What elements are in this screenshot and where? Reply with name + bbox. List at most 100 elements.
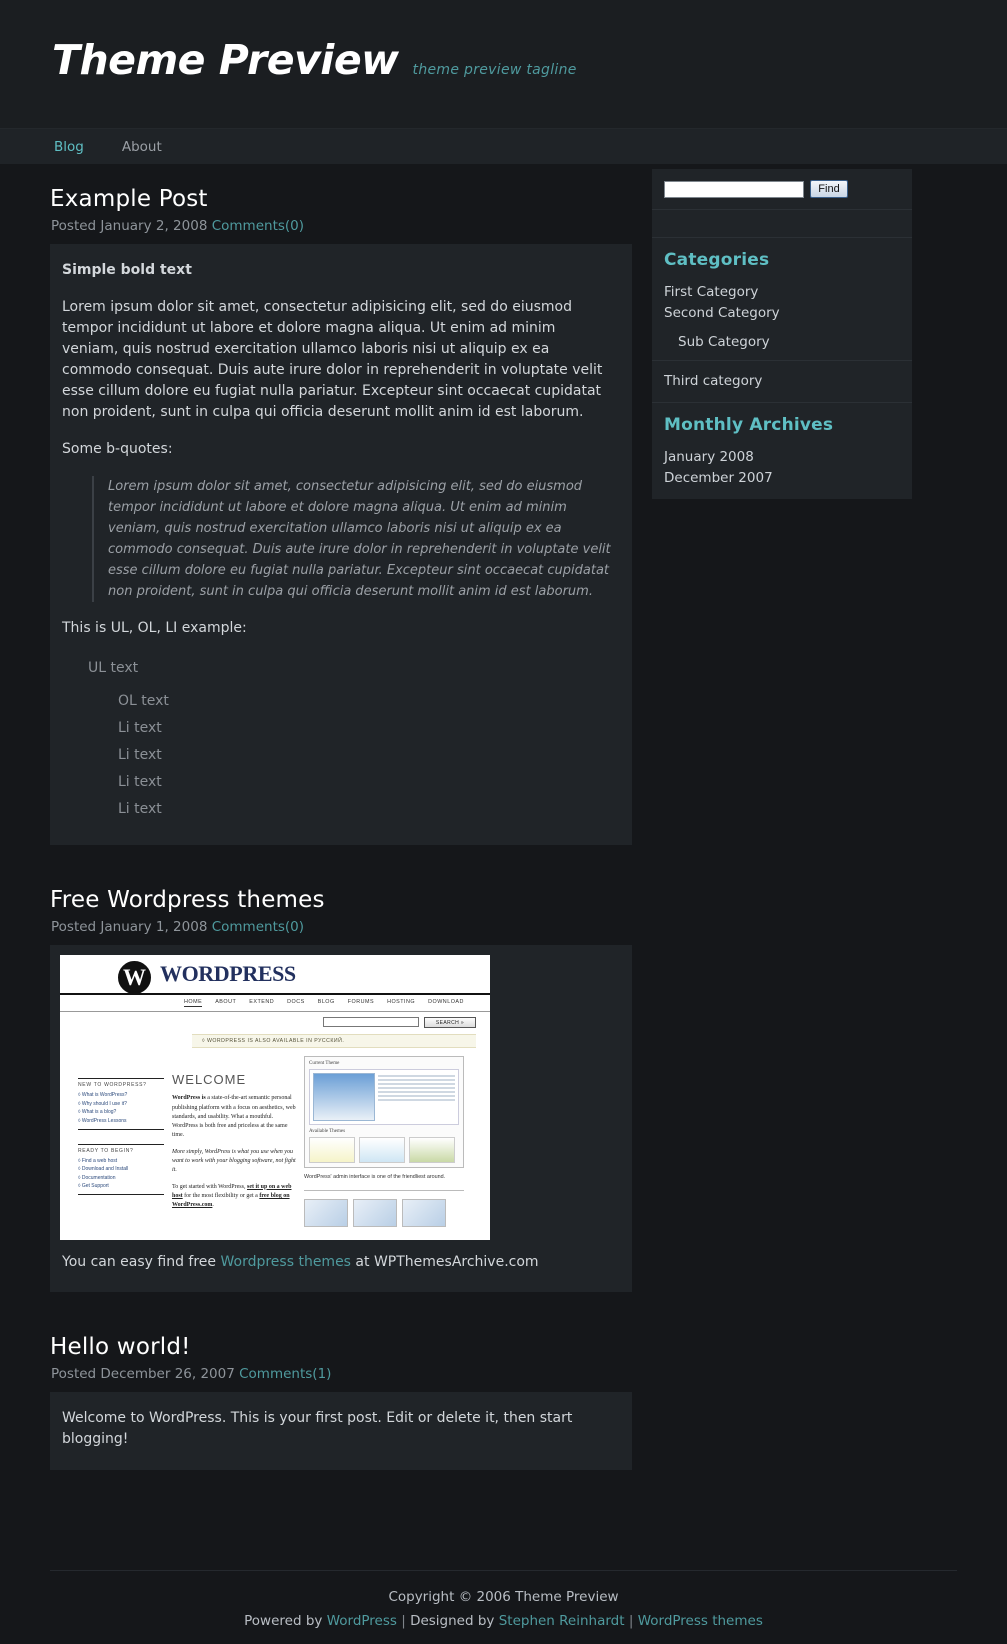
- list-intro: This is UL, OL, LI example:: [62, 620, 247, 637]
- post-body: Simple bold text Lorem ipsum dolor sit a…: [50, 244, 632, 846]
- category-link[interactable]: Third category: [664, 373, 762, 389]
- category-link[interactable]: Sub Category: [678, 334, 770, 350]
- wp-nav-hosting: HOSTING: [387, 999, 416, 1006]
- post-free-wordpress-themes: Free Wordpress themes Posted January 1, …: [50, 887, 640, 1293]
- designer-link[interactable]: Stephen Reinhardt: [499, 1613, 625, 1629]
- wp-nav-home: HOME: [184, 999, 203, 1008]
- ol-item: Li text: [118, 801, 162, 818]
- wp-link: ◊ Find a web host: [78, 1157, 118, 1164]
- wp-link: ◊ Download and Install: [78, 1166, 129, 1173]
- category-link[interactable]: Second Category: [664, 305, 780, 321]
- archive-link[interactable]: January 2008: [664, 449, 754, 465]
- archive-link[interactable]: December 2007: [664, 470, 773, 486]
- caption-text-after: at WPThemesArchive.com: [350, 1254, 539, 1271]
- footer-separator: |: [396, 1613, 411, 1630]
- find-button[interactable]: Find: [810, 180, 848, 198]
- post-comments-link[interactable]: Comments(0): [212, 218, 304, 234]
- archives-heading: Monthly Archives: [664, 415, 834, 435]
- designed-by-label: Designed by: [410, 1613, 499, 1630]
- post-title[interactable]: Example Post: [50, 186, 640, 212]
- categories-list: First Category Second Category Sub Categ…: [664, 280, 912, 351]
- footer-credits: Powered by WordPress | Designed by Steph…: [0, 1613, 1007, 1629]
- wordpress-themes-link[interactable]: Wordpress themes: [220, 1254, 351, 1270]
- post-image-holder: W WORDPRESS HOME ABOUT EXTEND DOCS BLOG …: [50, 945, 632, 1241]
- wordpress-link[interactable]: WordPress: [327, 1613, 397, 1629]
- wp-logo-row: W WORDPRESS: [60, 955, 490, 996]
- main-content: Example Post Posted January 2, 2008 Comm…: [0, 164, 640, 1512]
- wp-paragraph-3: To get started with WordPress, set it up…: [172, 1183, 296, 1211]
- category-item[interactable]: First Category: [664, 280, 912, 301]
- sidebar: Find Categories First Category Second Ca…: [652, 169, 912, 499]
- wp-left-column: NEW TO WORDPRESS? ◊ What is WordPress? ◊…: [78, 1056, 164, 1227]
- wp-link: ◊ What is WordPress?: [78, 1092, 128, 1099]
- wp-nav-extend: EXTEND: [249, 999, 275, 1006]
- wp-link: ◊ WordPress Lessons: [78, 1117, 127, 1124]
- wp-nav-forums: FORUMS: [347, 999, 375, 1006]
- wp-ready-links: ◊ Find a web host ◊ Download and Install…: [78, 1157, 164, 1191]
- footer-divider: [50, 1570, 957, 1572]
- footer-separator: |: [624, 1613, 638, 1630]
- page-root: Theme Preview theme preview tagline Blog…: [0, 0, 1007, 1644]
- post-hello-world: Hello world! Posted December 26, 2007 Co…: [50, 1334, 640, 1471]
- wp-available-themes-label: Available Themes: [309, 1129, 346, 1135]
- categories-heading: Categories: [664, 250, 770, 270]
- nav-item-blog[interactable]: Blog: [54, 139, 84, 155]
- wp-para-text: More simply, WordPress is what you use w…: [172, 1148, 296, 1174]
- category-item[interactable]: Third category: [664, 369, 912, 390]
- wp-paragraph-1: WordPress is a state-of-the-art semantic…: [172, 1094, 296, 1140]
- wp-ready-heading: READY TO BEGIN?: [78, 1143, 164, 1154]
- ol-item: OL text: [118, 693, 169, 710]
- wp-search-button: SEARCH »: [424, 1017, 476, 1029]
- post-comments-link[interactable]: Comments(1): [239, 1366, 331, 1382]
- wp-theme-thumbnail: [313, 1073, 375, 1122]
- site-footer: Copyright © 2006 Theme Preview Powered b…: [0, 1552, 1007, 1629]
- wordpress-wordmark: WORDPRESS: [160, 961, 296, 987]
- wp-para-text: To get started with WordPress,: [172, 1183, 247, 1190]
- wp-thumbnail: [353, 1199, 397, 1228]
- nav-item-about[interactable]: About: [122, 139, 162, 155]
- wp-nav-docs: DOCS: [287, 999, 305, 1006]
- caption-text-before: You can easy find free: [62, 1254, 221, 1271]
- wp-nav-blog: BLOG: [317, 999, 335, 1006]
- wp-para-text: a state-of-the-art semantic personal pub…: [172, 1095, 296, 1139]
- unordered-list: UL text OL text Li text Li text Li text …: [88, 655, 614, 823]
- wp-link: ◊ What is a blog?: [78, 1109, 117, 1116]
- post-title[interactable]: Hello world!: [50, 1334, 640, 1360]
- wp-link: ◊ Documentation: [78, 1174, 116, 1181]
- wp-welcome-heading: WELCOME: [172, 1072, 247, 1088]
- categories-widget: Categories First Category Second Categor…: [652, 237, 912, 402]
- archive-item[interactable]: January 2008: [664, 445, 912, 466]
- page-body: Example Post Posted January 2, 2008 Comm…: [0, 164, 1007, 1512]
- wp-middle-column: WELCOME WordPress is a state-of-the-art …: [172, 1056, 296, 1227]
- site-header: Theme Preview theme preview tagline: [0, 0, 1007, 128]
- post-meta: Posted January 1, 2008 Comments(0): [51, 919, 640, 935]
- post-comments-link[interactable]: Comments(0): [212, 919, 304, 935]
- search-widget: Find: [652, 169, 912, 209]
- category-item-sub[interactable]: Sub Category: [664, 330, 912, 351]
- ordered-list: OL text Li text Li text Li text Li text: [118, 688, 614, 823]
- wp-admin-caption: WordPress' admin interface is one of the…: [304, 1174, 446, 1181]
- wp-divider: [78, 1128, 164, 1130]
- divider: [652, 360, 912, 361]
- wp-thumbnail: [304, 1199, 348, 1228]
- powered-by-label: Powered by: [244, 1613, 327, 1630]
- wp-link: ◊ Why should I use it?: [78, 1100, 127, 1107]
- wp-thumbnail-row: [304, 1190, 464, 1228]
- category-item[interactable]: Second Category: [664, 301, 912, 322]
- post-paragraph: Welcome to WordPress. This is your first…: [62, 1410, 573, 1448]
- search-input[interactable]: [664, 180, 804, 198]
- archive-item[interactable]: December 2007: [664, 466, 912, 487]
- wp-para-text: for the most flexibility or get a: [182, 1192, 260, 1199]
- site-title: Theme Preview: [52, 36, 399, 84]
- wp-link: ◊ Get Support: [78, 1183, 109, 1190]
- wp-theme-item: [309, 1137, 355, 1164]
- wp-thumbnail: [402, 1199, 446, 1228]
- wordpress-logo-icon: W: [118, 961, 151, 995]
- post-body: W WORDPRESS HOME ABOUT EXTEND DOCS BLOG …: [50, 945, 632, 1293]
- post-title[interactable]: Free Wordpress themes: [50, 887, 640, 913]
- wordpress-themes-link[interactable]: WordPress themes: [638, 1613, 763, 1629]
- post-bold-line: Simple bold text: [62, 262, 192, 278]
- category-link[interactable]: First Category: [664, 284, 758, 300]
- archives-list: January 2008 December 2007: [664, 445, 912, 487]
- archives-widget: Monthly Archives January 2008 December 2…: [652, 402, 912, 499]
